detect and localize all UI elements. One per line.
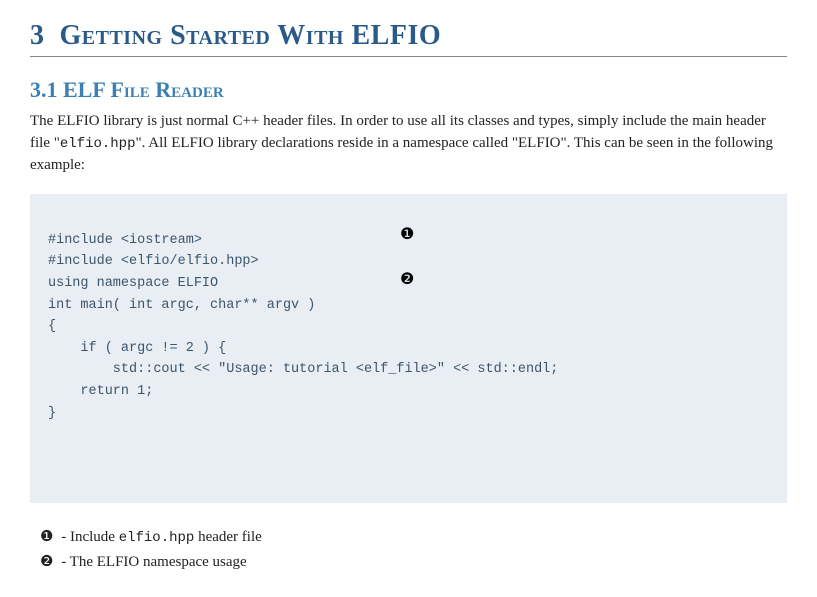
code-line: if ( argc != 2 ) { bbox=[48, 338, 769, 360]
callout-1-pre: - Include bbox=[57, 529, 118, 545]
callout-1-code: elfio.hpp bbox=[119, 530, 195, 546]
code-line: } bbox=[48, 403, 769, 425]
callout-marker-1-icon: ❶ bbox=[400, 222, 414, 248]
callout-number-1: ❶ bbox=[40, 529, 53, 545]
callout-1-post: header file bbox=[194, 529, 261, 545]
inline-code-filename: elfio.hpp bbox=[60, 136, 136, 152]
code-line: return 1; bbox=[48, 381, 769, 403]
section-number: 3.1 bbox=[30, 77, 58, 102]
intro-paragraph: The ELFIO library is just normal C++ hea… bbox=[30, 111, 787, 176]
callout-marker-2-icon: ❷ bbox=[400, 267, 414, 293]
code-example: #include <iostream>#include <elfio/elfio… bbox=[30, 194, 787, 503]
section-heading: 3.1 ELF File Reader bbox=[30, 77, 787, 103]
callout-item-1: ❶ - Include elfio.hpp header file bbox=[40, 527, 787, 546]
section-title-text: ELF File Reader bbox=[63, 77, 224, 102]
callout-list: ❶ - Include elfio.hpp header file ❷ - Th… bbox=[30, 527, 787, 571]
chapter-number: 3 bbox=[30, 20, 45, 51]
chapter-heading: 3 Getting Started With ELFIO bbox=[30, 20, 787, 57]
callout-number-2: ❷ bbox=[40, 554, 53, 570]
callout-item-2: ❷ - The ELFIO namespace usage bbox=[40, 552, 787, 571]
code-line: int main( int argc, char** argv ) bbox=[48, 295, 769, 317]
paragraph-part2: ". All ELFIO library declarations reside… bbox=[30, 135, 773, 173]
chapter-title-text: Getting Started With ELFIO bbox=[60, 20, 442, 51]
code-line: std::cout << "Usage: tutorial <elf_file>… bbox=[48, 359, 769, 381]
callout-2-text: - The ELFIO namespace usage bbox=[57, 554, 246, 570]
code-line: { bbox=[48, 316, 769, 338]
